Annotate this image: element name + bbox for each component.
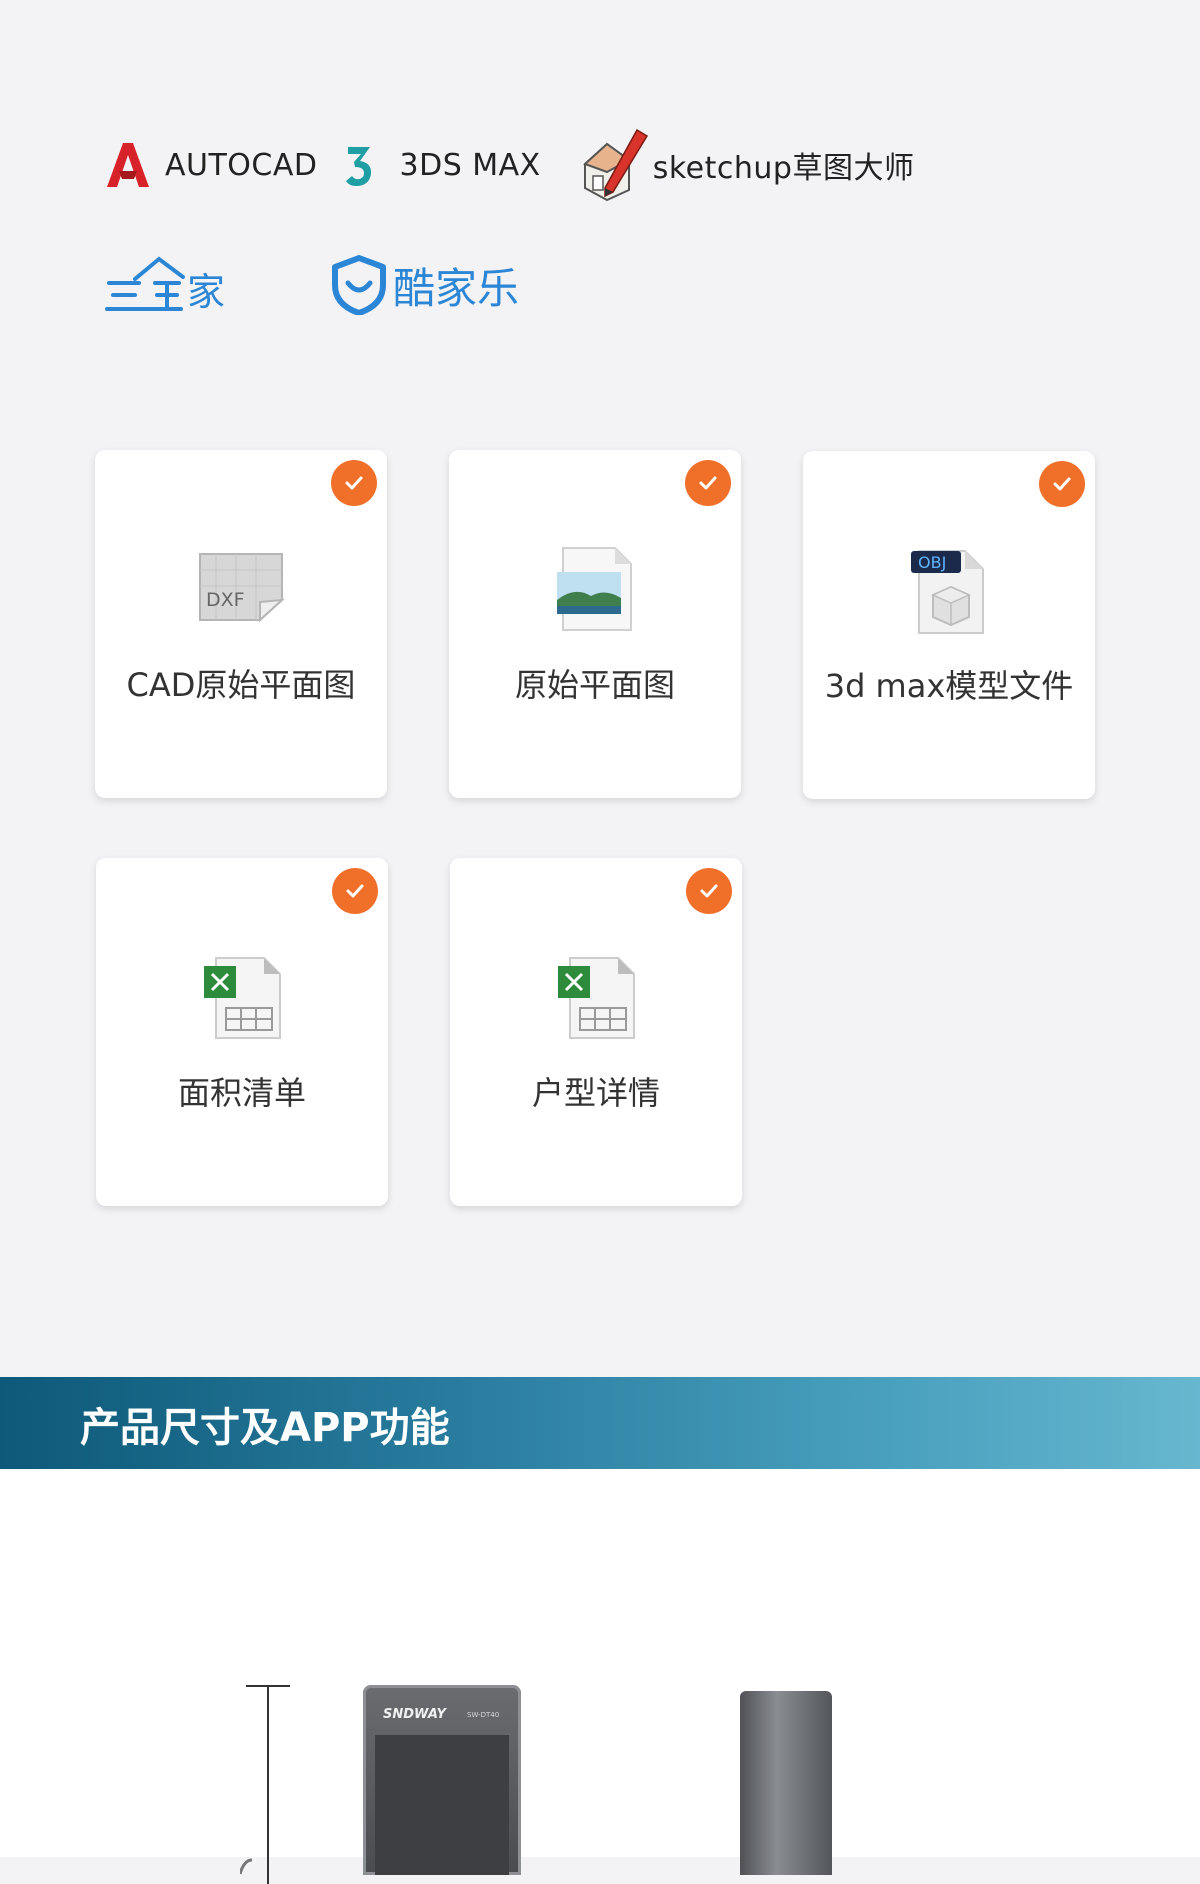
svg-text:DXF: DXF bbox=[206, 589, 245, 611]
file-card-cad[interactable]: DXF CAD原始平面图 bbox=[95, 450, 387, 798]
sanweijia-icon: 家 bbox=[105, 256, 225, 314]
check-icon bbox=[685, 460, 731, 506]
sketchup-icon bbox=[582, 128, 648, 202]
obj-file-icon: OBJ bbox=[909, 547, 989, 639]
file-card-floorplan-image[interactable]: 原始平面图 bbox=[449, 450, 741, 798]
dxf-file-icon: DXF bbox=[196, 550, 286, 628]
autocad-icon bbox=[107, 143, 149, 187]
dimension-marker bbox=[240, 1685, 290, 1884]
autocad-logo: AUTOCAD bbox=[105, 141, 318, 189]
svg-text:OBJ: OBJ bbox=[918, 553, 946, 572]
product-area: SNDWAY SW-DT40 bbox=[0, 1469, 1200, 1884]
card-label: 户型详情 bbox=[531, 1074, 660, 1112]
file-card-3dmax-model[interactable]: OBJ 3d max模型文件 bbox=[803, 451, 1095, 799]
software-logos-row-2: 家 酷家乐 bbox=[105, 250, 519, 320]
image-file-icon bbox=[555, 546, 635, 636]
3dsmax-label: 3DS MAX bbox=[399, 147, 541, 183]
card-label: CAD原始平面图 bbox=[126, 666, 356, 704]
check-icon bbox=[1039, 461, 1085, 507]
sketchup-logo: sketchup草图大师 bbox=[579, 126, 915, 204]
3dsmax-icon bbox=[345, 147, 371, 186]
file-card-area-list[interactable]: 面积清单 bbox=[96, 858, 388, 1206]
check-icon bbox=[332, 868, 378, 914]
software-logos-row: AUTOCAD 3DS MAX sketchup草图大师 bbox=[105, 128, 914, 202]
card-label: 3d max模型文件 bbox=[824, 667, 1074, 705]
excel-file-icon bbox=[556, 956, 636, 1044]
3dsmax-logo: 3DS MAX bbox=[344, 141, 541, 189]
file-card-layout-details[interactable]: 户型详情 bbox=[450, 858, 742, 1206]
product-screen bbox=[375, 1735, 509, 1875]
card-label: 原始平面图 bbox=[514, 666, 675, 704]
check-icon bbox=[331, 460, 377, 506]
product-brand: SNDWAY bbox=[383, 1707, 446, 1722]
product-device-side bbox=[740, 1691, 832, 1875]
card-label: 面积清单 bbox=[177, 1074, 306, 1112]
kujiale-shield-icon bbox=[332, 255, 386, 315]
check-icon bbox=[686, 868, 732, 914]
section-banner: 产品尺寸及APP功能 bbox=[0, 1377, 1200, 1469]
sketchup-label: sketchup草图大师 bbox=[652, 151, 915, 186]
kujiale-logo: 酷家乐 bbox=[331, 255, 519, 316]
product-device-front: SNDWAY SW-DT40 bbox=[363, 1685, 521, 1875]
autocad-label: AUTOCAD bbox=[165, 147, 318, 183]
section-title: 产品尺寸及APP功能 bbox=[80, 1405, 450, 1451]
sanweijia-logo: 家 bbox=[105, 253, 245, 317]
excel-file-icon bbox=[202, 956, 282, 1044]
kujiale-label: 酷家乐 bbox=[393, 263, 520, 313]
product-model: SW-DT40 bbox=[467, 1711, 500, 1719]
svg-text:家: 家 bbox=[187, 270, 225, 314]
